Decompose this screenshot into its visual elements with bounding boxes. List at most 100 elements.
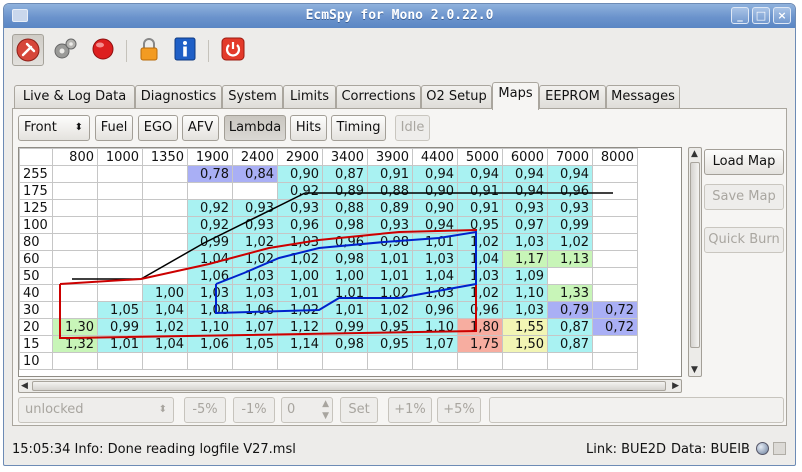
map-cell[interactable] bbox=[142, 165, 188, 183]
map-cell[interactable]: 0,79 bbox=[547, 301, 593, 319]
scroll-left-icon[interactable]: ◀ bbox=[21, 381, 28, 391]
map-cell[interactable]: 0,98 bbox=[367, 233, 413, 251]
map-cell[interactable]: 1,32 bbox=[52, 335, 98, 353]
scroll-up-icon[interactable]: ▲ bbox=[691, 149, 698, 159]
quick-burn-button[interactable]: Quick Burn bbox=[704, 227, 784, 253]
map-cell[interactable] bbox=[592, 284, 638, 302]
map-cell[interactable] bbox=[142, 216, 188, 234]
map-cell[interactable]: 0,98 bbox=[322, 335, 368, 353]
connect-plug-icon[interactable] bbox=[12, 34, 44, 66]
map-cell[interactable]: 0,94 bbox=[412, 165, 458, 183]
map-cell[interactable]: 1,03 bbox=[232, 284, 278, 302]
map-cell[interactable]: 1,04 bbox=[412, 267, 458, 285]
minus5-button[interactable]: -5% bbox=[184, 397, 226, 423]
map-cell[interactable]: 1,08 bbox=[187, 301, 233, 319]
minimize-button[interactable]: _ bbox=[731, 7, 749, 24]
cylinder-select[interactable]: Front ⬍ bbox=[18, 115, 90, 141]
map-cell[interactable] bbox=[322, 352, 368, 370]
map-cell[interactable] bbox=[187, 352, 233, 370]
close-button[interactable]: × bbox=[773, 7, 791, 24]
map-cell[interactable] bbox=[592, 335, 638, 353]
map-cell[interactable] bbox=[97, 284, 143, 302]
map-cell[interactable]: 1,00 bbox=[322, 267, 368, 285]
map-cell[interactable]: 1,07 bbox=[412, 335, 458, 353]
value-text-field[interactable] bbox=[489, 397, 784, 423]
map-cell[interactable]: 0,96 bbox=[322, 233, 368, 251]
map-cell[interactable]: 0,97 bbox=[502, 216, 548, 234]
map-cell[interactable] bbox=[142, 267, 188, 285]
map-cell[interactable]: 1,75 bbox=[457, 335, 503, 353]
map-cell[interactable] bbox=[97, 165, 143, 183]
map-cell[interactable] bbox=[592, 233, 638, 251]
fuel-button[interactable]: Fuel bbox=[95, 115, 133, 141]
map-cell[interactable]: 0,99 bbox=[322, 318, 368, 336]
map-cell[interactable]: 1,80 bbox=[457, 318, 503, 336]
map-cell[interactable]: 0,89 bbox=[322, 182, 368, 200]
set-button[interactable]: Set bbox=[340, 397, 378, 423]
map-cell[interactable]: 0,87 bbox=[322, 165, 368, 183]
title-bar[interactable]: EcmSpy for Mono 2.0.22.0 _ □ × bbox=[4, 4, 795, 28]
map-cell[interactable] bbox=[97, 352, 143, 370]
map-cell[interactable] bbox=[547, 267, 593, 285]
map-cell[interactable]: 1,02 bbox=[367, 301, 413, 319]
map-cell[interactable]: 0,93 bbox=[277, 199, 323, 217]
map-cell[interactable]: 1,03 bbox=[277, 233, 323, 251]
map-cell[interactable] bbox=[142, 233, 188, 251]
map-cell[interactable]: 1,03 bbox=[412, 250, 458, 268]
map-cell[interactable]: 0,89 bbox=[367, 199, 413, 217]
scroll-down-icon[interactable]: ▼ bbox=[691, 365, 698, 375]
map-cell[interactable]: 0,94 bbox=[502, 182, 548, 200]
map-cell[interactable] bbox=[592, 216, 638, 234]
map-cell[interactable]: 0,93 bbox=[367, 216, 413, 234]
map-cell[interactable]: 0,92 bbox=[187, 216, 233, 234]
tab-maps[interactable]: Maps bbox=[492, 82, 539, 110]
map-cell[interactable]: 0,90 bbox=[412, 199, 458, 217]
map-cell[interactable]: 0,93 bbox=[502, 199, 548, 217]
map-cell[interactable]: 1,04 bbox=[142, 301, 188, 319]
map-cell[interactable]: 1,06 bbox=[232, 301, 278, 319]
map-cell[interactable]: 0,94 bbox=[412, 216, 458, 234]
map-cell[interactable] bbox=[97, 182, 143, 200]
map-horizontal-scrollbar[interactable]: ◀ ▶ bbox=[18, 379, 682, 393]
load-map-button[interactable]: Load Map bbox=[704, 149, 784, 175]
map-cell[interactable]: 1,05 bbox=[232, 335, 278, 353]
map-cell[interactable] bbox=[97, 250, 143, 268]
tab-corrections[interactable]: Corrections bbox=[336, 85, 421, 109]
map-cell[interactable] bbox=[502, 352, 548, 370]
horizontal-scroll-thumb[interactable] bbox=[32, 381, 666, 391]
map-cell[interactable]: 0,95 bbox=[367, 318, 413, 336]
map-cell[interactable]: 0,87 bbox=[547, 335, 593, 353]
map-cell[interactable]: 0,96 bbox=[412, 301, 458, 319]
map-cell[interactable] bbox=[97, 216, 143, 234]
map-cell[interactable]: 1,12 bbox=[277, 318, 323, 336]
map-cell[interactable]: 1,02 bbox=[277, 301, 323, 319]
tab-messages[interactable]: Messages bbox=[606, 85, 680, 109]
map-cell[interactable] bbox=[52, 165, 98, 183]
map-cell[interactable]: 1,02 bbox=[367, 284, 413, 302]
save-map-button[interactable]: Save Map bbox=[704, 184, 784, 210]
map-cell[interactable] bbox=[142, 352, 188, 370]
map-cell[interactable]: 0,94 bbox=[457, 165, 503, 183]
map-cell[interactable]: 0,98 bbox=[322, 216, 368, 234]
map-cell[interactable] bbox=[52, 284, 98, 302]
map-cell[interactable] bbox=[52, 250, 98, 268]
map-cell[interactable] bbox=[142, 199, 188, 217]
map-cell[interactable] bbox=[52, 216, 98, 234]
map-cell[interactable]: 1,06 bbox=[187, 335, 233, 353]
map-cell[interactable] bbox=[547, 352, 593, 370]
map-cell[interactable]: 0,92 bbox=[187, 199, 233, 217]
map-cell[interactable]: 1,14 bbox=[277, 335, 323, 353]
map-cell[interactable]: 0,94 bbox=[547, 165, 593, 183]
map-cell[interactable]: 1,17 bbox=[502, 250, 548, 268]
timing-button[interactable]: Timing bbox=[331, 115, 386, 141]
lambda-map-grid[interactable]: 800 1000 1350 1900 2400 2900 3400 3900 4400 5000 6… bbox=[18, 147, 682, 377]
map-cell[interactable] bbox=[52, 182, 98, 200]
map-cell[interactable]: 1,33 bbox=[547, 284, 593, 302]
map-cell[interactable]: 1,02 bbox=[142, 318, 188, 336]
map-cell[interactable]: 0,99 bbox=[97, 318, 143, 336]
map-cell[interactable]: 0,93 bbox=[232, 199, 278, 217]
map-cell[interactable]: 1,09 bbox=[502, 267, 548, 285]
map-cell[interactable] bbox=[592, 352, 638, 370]
map-cell[interactable]: 1,01 bbox=[97, 335, 143, 353]
map-cell[interactable]: 1,05 bbox=[97, 301, 143, 319]
